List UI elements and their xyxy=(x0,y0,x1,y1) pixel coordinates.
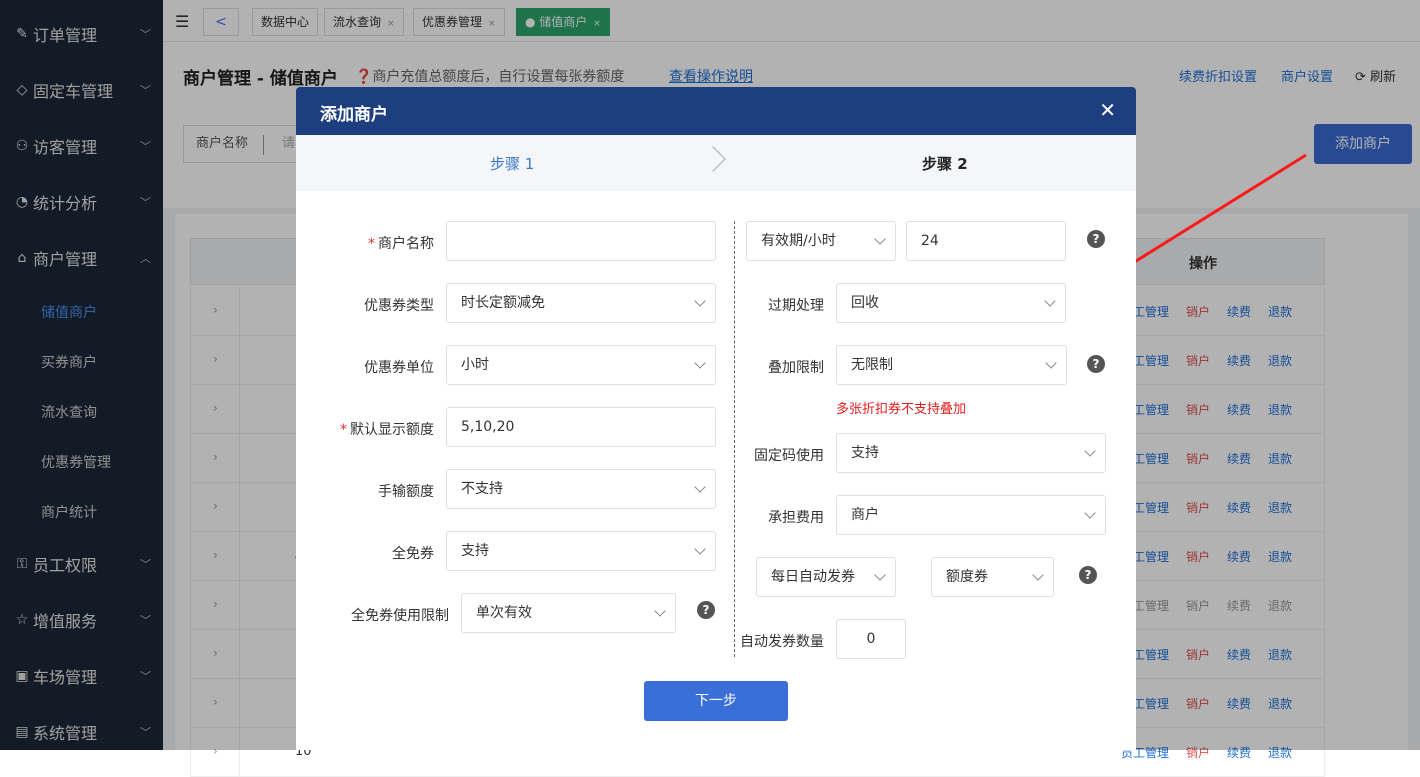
required-mark: * xyxy=(340,422,347,438)
chevron-down-icon xyxy=(654,605,666,617)
fixed-code-select[interactable]: 支持 xyxy=(836,433,1106,473)
free-coupon-label: 全免券 xyxy=(392,546,434,562)
dialog-header: 添加商户 ✕ xyxy=(296,87,1136,135)
merchant-name-input[interactable] xyxy=(446,221,716,261)
dialog-title: 添加商户 xyxy=(320,105,388,125)
select-value: 时长定额减免 xyxy=(461,295,545,311)
help-icon[interactable]: ? xyxy=(1087,355,1105,373)
chevron-down-icon xyxy=(694,295,706,307)
chevron-down-icon xyxy=(1084,445,1096,457)
auto-issue-select[interactable]: 每日自动发券 xyxy=(756,557,896,597)
next-step-button[interactable]: 下一步 xyxy=(644,681,788,721)
chevron-down-icon xyxy=(874,233,886,245)
fee-bearer-select[interactable]: 商户 xyxy=(836,495,1106,535)
coupon-unit-select[interactable]: 小时 xyxy=(446,345,716,385)
chevron-down-icon xyxy=(1084,507,1096,519)
help-icon[interactable]: ? xyxy=(697,601,715,619)
chevron-right-icon xyxy=(700,146,726,172)
select-value: 无限制 xyxy=(851,357,893,373)
select-value: 每日自动发券 xyxy=(771,569,855,585)
help-icon[interactable]: ? xyxy=(1087,230,1105,248)
close-icon[interactable]: ✕ xyxy=(1099,98,1116,122)
fee-bearer-label: 承担费用 xyxy=(768,510,824,526)
auto-count-label: 自动发券数量 xyxy=(740,634,824,650)
select-value: 回收 xyxy=(851,295,879,311)
required-mark: * xyxy=(368,236,375,252)
select-value: 支持 xyxy=(851,445,879,461)
chevron-down-icon xyxy=(694,481,706,493)
coupon-unit-label: 优惠券单位 xyxy=(364,360,434,376)
manual-amount-select[interactable]: 不支持 xyxy=(446,469,716,509)
select-value: 支持 xyxy=(461,543,489,559)
chevron-down-icon xyxy=(874,569,886,581)
stack-warning-text: 多张折扣券不支持叠加 xyxy=(836,402,967,417)
stack-limit-select[interactable]: 无限制 xyxy=(836,345,1067,385)
default-amount-input[interactable]: 5,10,20 xyxy=(446,407,716,447)
free-limit-select[interactable]: 单次有效 xyxy=(461,593,676,633)
expire-label: 过期处理 xyxy=(768,298,824,314)
step-1[interactable]: 步骤 1 xyxy=(490,153,534,174)
select-value: 商户 xyxy=(851,507,879,523)
help-icon[interactable]: ? xyxy=(1079,566,1097,584)
manual-amount-label: 手输额度 xyxy=(378,484,434,500)
fixed-code-label: 固定码使用 xyxy=(754,448,824,464)
validity-hours-input[interactable]: 24 xyxy=(906,221,1066,261)
coupon-type-label: 优惠券类型 xyxy=(364,298,434,314)
auto-count-input[interactable]: 0 xyxy=(836,619,906,659)
validity-type-select[interactable]: 有效期/小时 xyxy=(746,221,896,261)
select-value: 小时 xyxy=(461,357,489,373)
select-value: 有效期/小时 xyxy=(761,233,836,249)
step-2[interactable]: 步骤 2 xyxy=(922,153,968,174)
merchant-name-label: * 商户名称 xyxy=(368,236,434,252)
select-value: 不支持 xyxy=(461,481,503,497)
chevron-down-icon xyxy=(694,357,706,369)
add-merchant-dialog: 添加商户 ✕ 步骤 1 步骤 2 * 商户名称 优惠券类型 时长定额减免 优惠券单… xyxy=(296,87,1136,750)
steps-bar: 步骤 1 步骤 2 xyxy=(296,135,1136,191)
free-coupon-select[interactable]: 支持 xyxy=(446,531,716,571)
chevron-down-icon xyxy=(694,543,706,555)
stack-limit-label: 叠加限制 xyxy=(768,360,824,376)
chevron-down-icon xyxy=(1045,357,1057,369)
select-value: 单次有效 xyxy=(476,605,532,621)
expire-handling-select[interactable]: 回收 xyxy=(836,283,1066,323)
chevron-down-icon xyxy=(1044,295,1056,307)
select-value: 额度券 xyxy=(946,569,988,585)
free-limit-label: 全免券使用限制 xyxy=(351,608,449,624)
coupon-kind-select[interactable]: 额度券 xyxy=(931,557,1054,597)
default-amount-label: * 默认显示额度 xyxy=(340,422,434,438)
coupon-type-select[interactable]: 时长定额减免 xyxy=(446,283,716,323)
column-divider xyxy=(734,221,735,657)
chevron-down-icon xyxy=(1032,569,1044,581)
